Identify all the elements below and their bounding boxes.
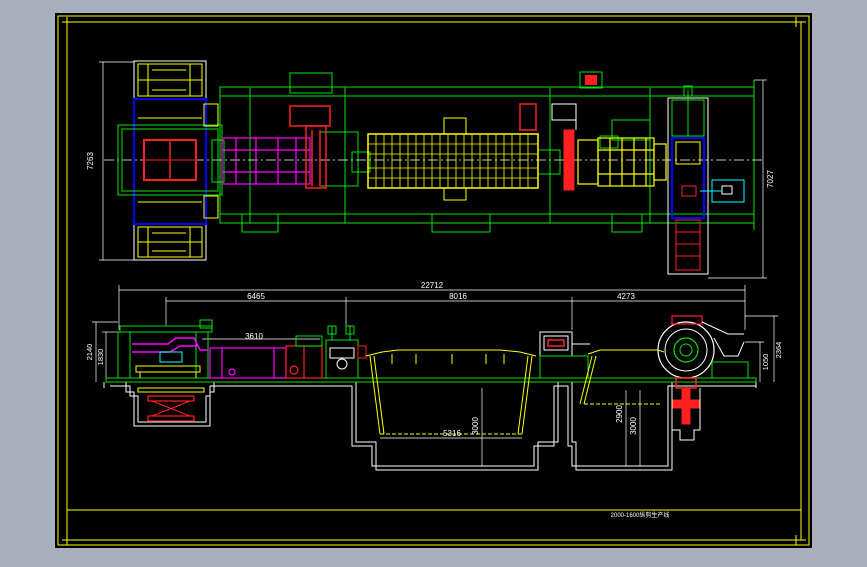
dim-segment-2: 8016 xyxy=(449,292,467,301)
dim-pit1-depth: 3000 xyxy=(471,417,480,435)
dim-segment-1: 6465 xyxy=(247,292,265,301)
plan-dim-right-height: 7027 xyxy=(766,170,775,188)
plan-dim-left-height: 7263 xyxy=(86,152,95,170)
dim-right-height-outer: 2364 xyxy=(774,342,783,359)
cad-viewport[interactable]: 7263 7027 22712 6465 8016 4273 3610 2140… xyxy=(0,0,867,562)
dim-pit2-depth-b: 3000 xyxy=(629,417,638,435)
dim-total-length: 22712 xyxy=(421,281,444,290)
dim-entry-section: 3610 xyxy=(245,332,263,341)
dim-pit1-width: 5316 xyxy=(443,429,461,438)
dim-pit2-depth-a: 2900 xyxy=(615,405,624,423)
cad-drawing-canvas[interactable]: 7263 7027 22712 6465 8016 4273 3610 2140… xyxy=(0,0,867,562)
dim-left-height-outer: 2140 xyxy=(85,344,94,361)
title-block-text: 2000-1600纵剪生产线 xyxy=(611,511,670,519)
dim-left-height-inner: 1830 xyxy=(96,349,105,366)
plan-control-box-red xyxy=(585,75,597,85)
dim-segment-3: 4273 xyxy=(617,292,635,301)
dim-right-height-inner: 1050 xyxy=(761,354,770,371)
